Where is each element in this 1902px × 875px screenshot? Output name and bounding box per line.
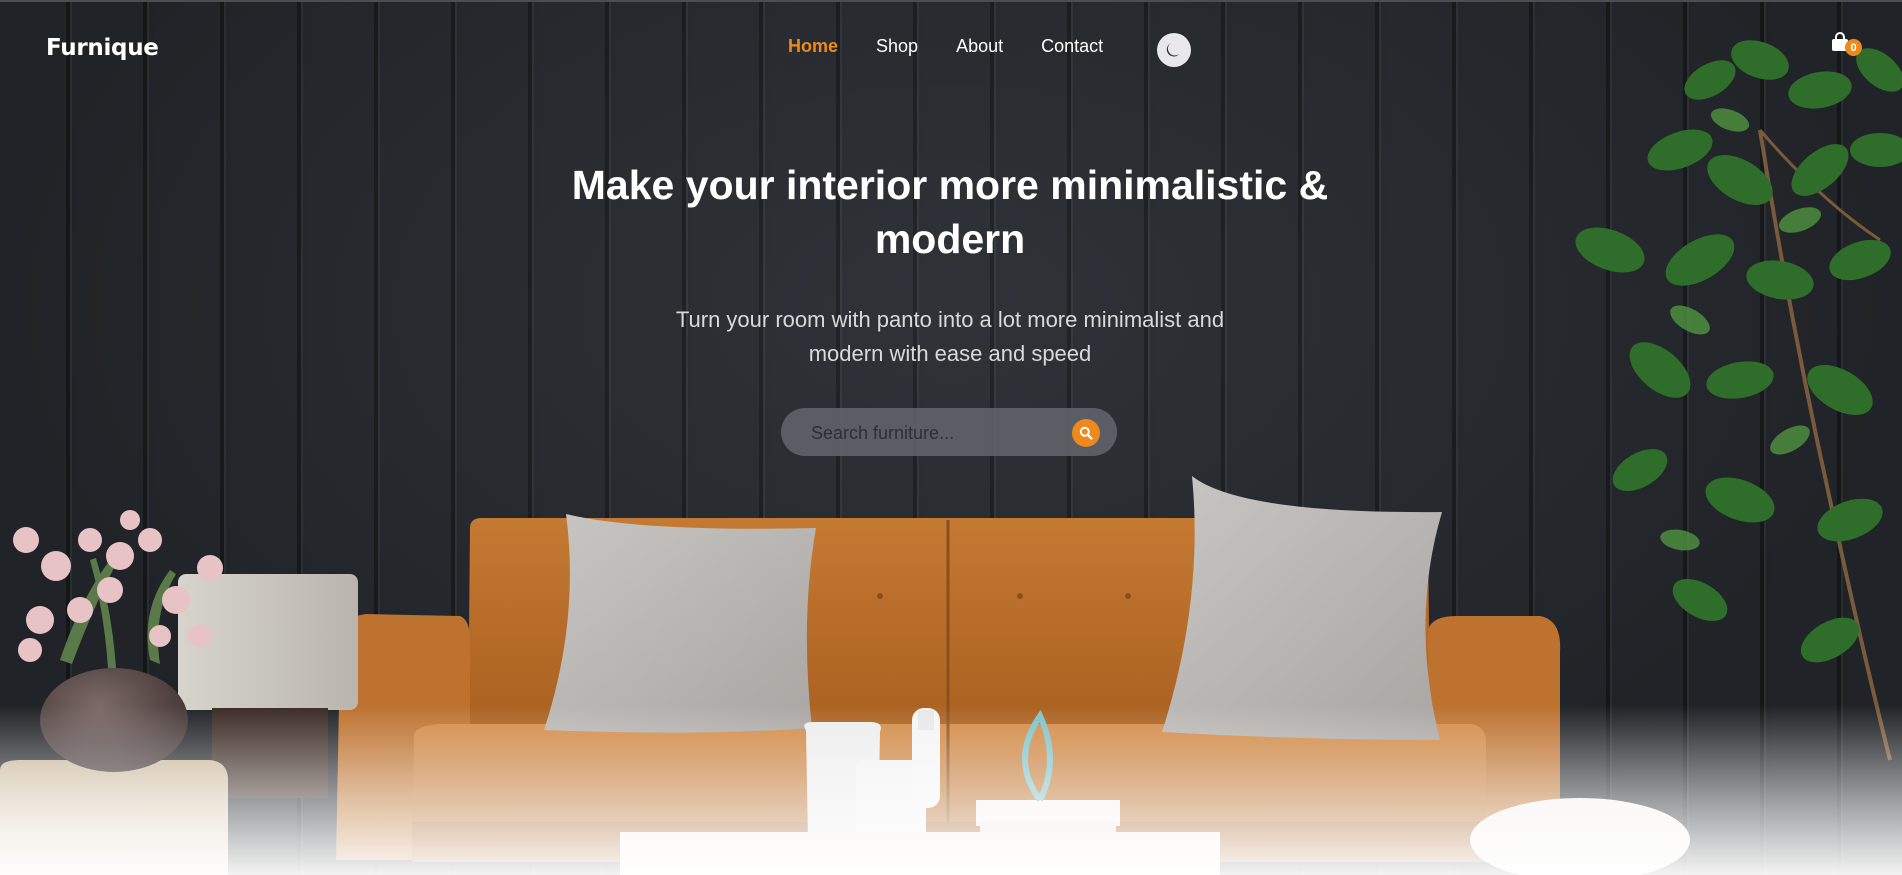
nav-link-about[interactable]: About xyxy=(956,36,1003,57)
theme-toggle-button[interactable] xyxy=(1157,33,1191,67)
hero-headline: Make your interior more minimalistic & m… xyxy=(571,162,1329,262)
nav-link-home[interactable]: Home xyxy=(788,36,838,57)
nav-links: Home Shop About Contact xyxy=(788,36,1141,57)
search-button[interactable] xyxy=(1072,419,1100,447)
search-bar xyxy=(781,408,1117,458)
search-input[interactable] xyxy=(809,408,1063,458)
nav-link-shop[interactable]: Shop xyxy=(876,36,918,57)
moon-icon xyxy=(1166,43,1180,57)
pillow-left xyxy=(544,514,816,733)
pillow-right xyxy=(1162,476,1442,740)
bottom-fade xyxy=(0,705,1902,875)
search-icon xyxy=(1079,426,1093,440)
navbar: Furnique Home Shop About Contact 0 xyxy=(0,0,1902,90)
cart-count-badge: 0 xyxy=(1845,39,1862,56)
plant-right xyxy=(1575,40,1902,761)
brand-logo[interactable]: Furnique xyxy=(46,35,159,61)
hero-subtitle: Turn your room with panto into a lot mor… xyxy=(675,307,1225,366)
nav-link-contact[interactable]: Contact xyxy=(1041,36,1103,57)
page: Furnique Home Shop About Contact 0 Make … xyxy=(0,0,1902,875)
